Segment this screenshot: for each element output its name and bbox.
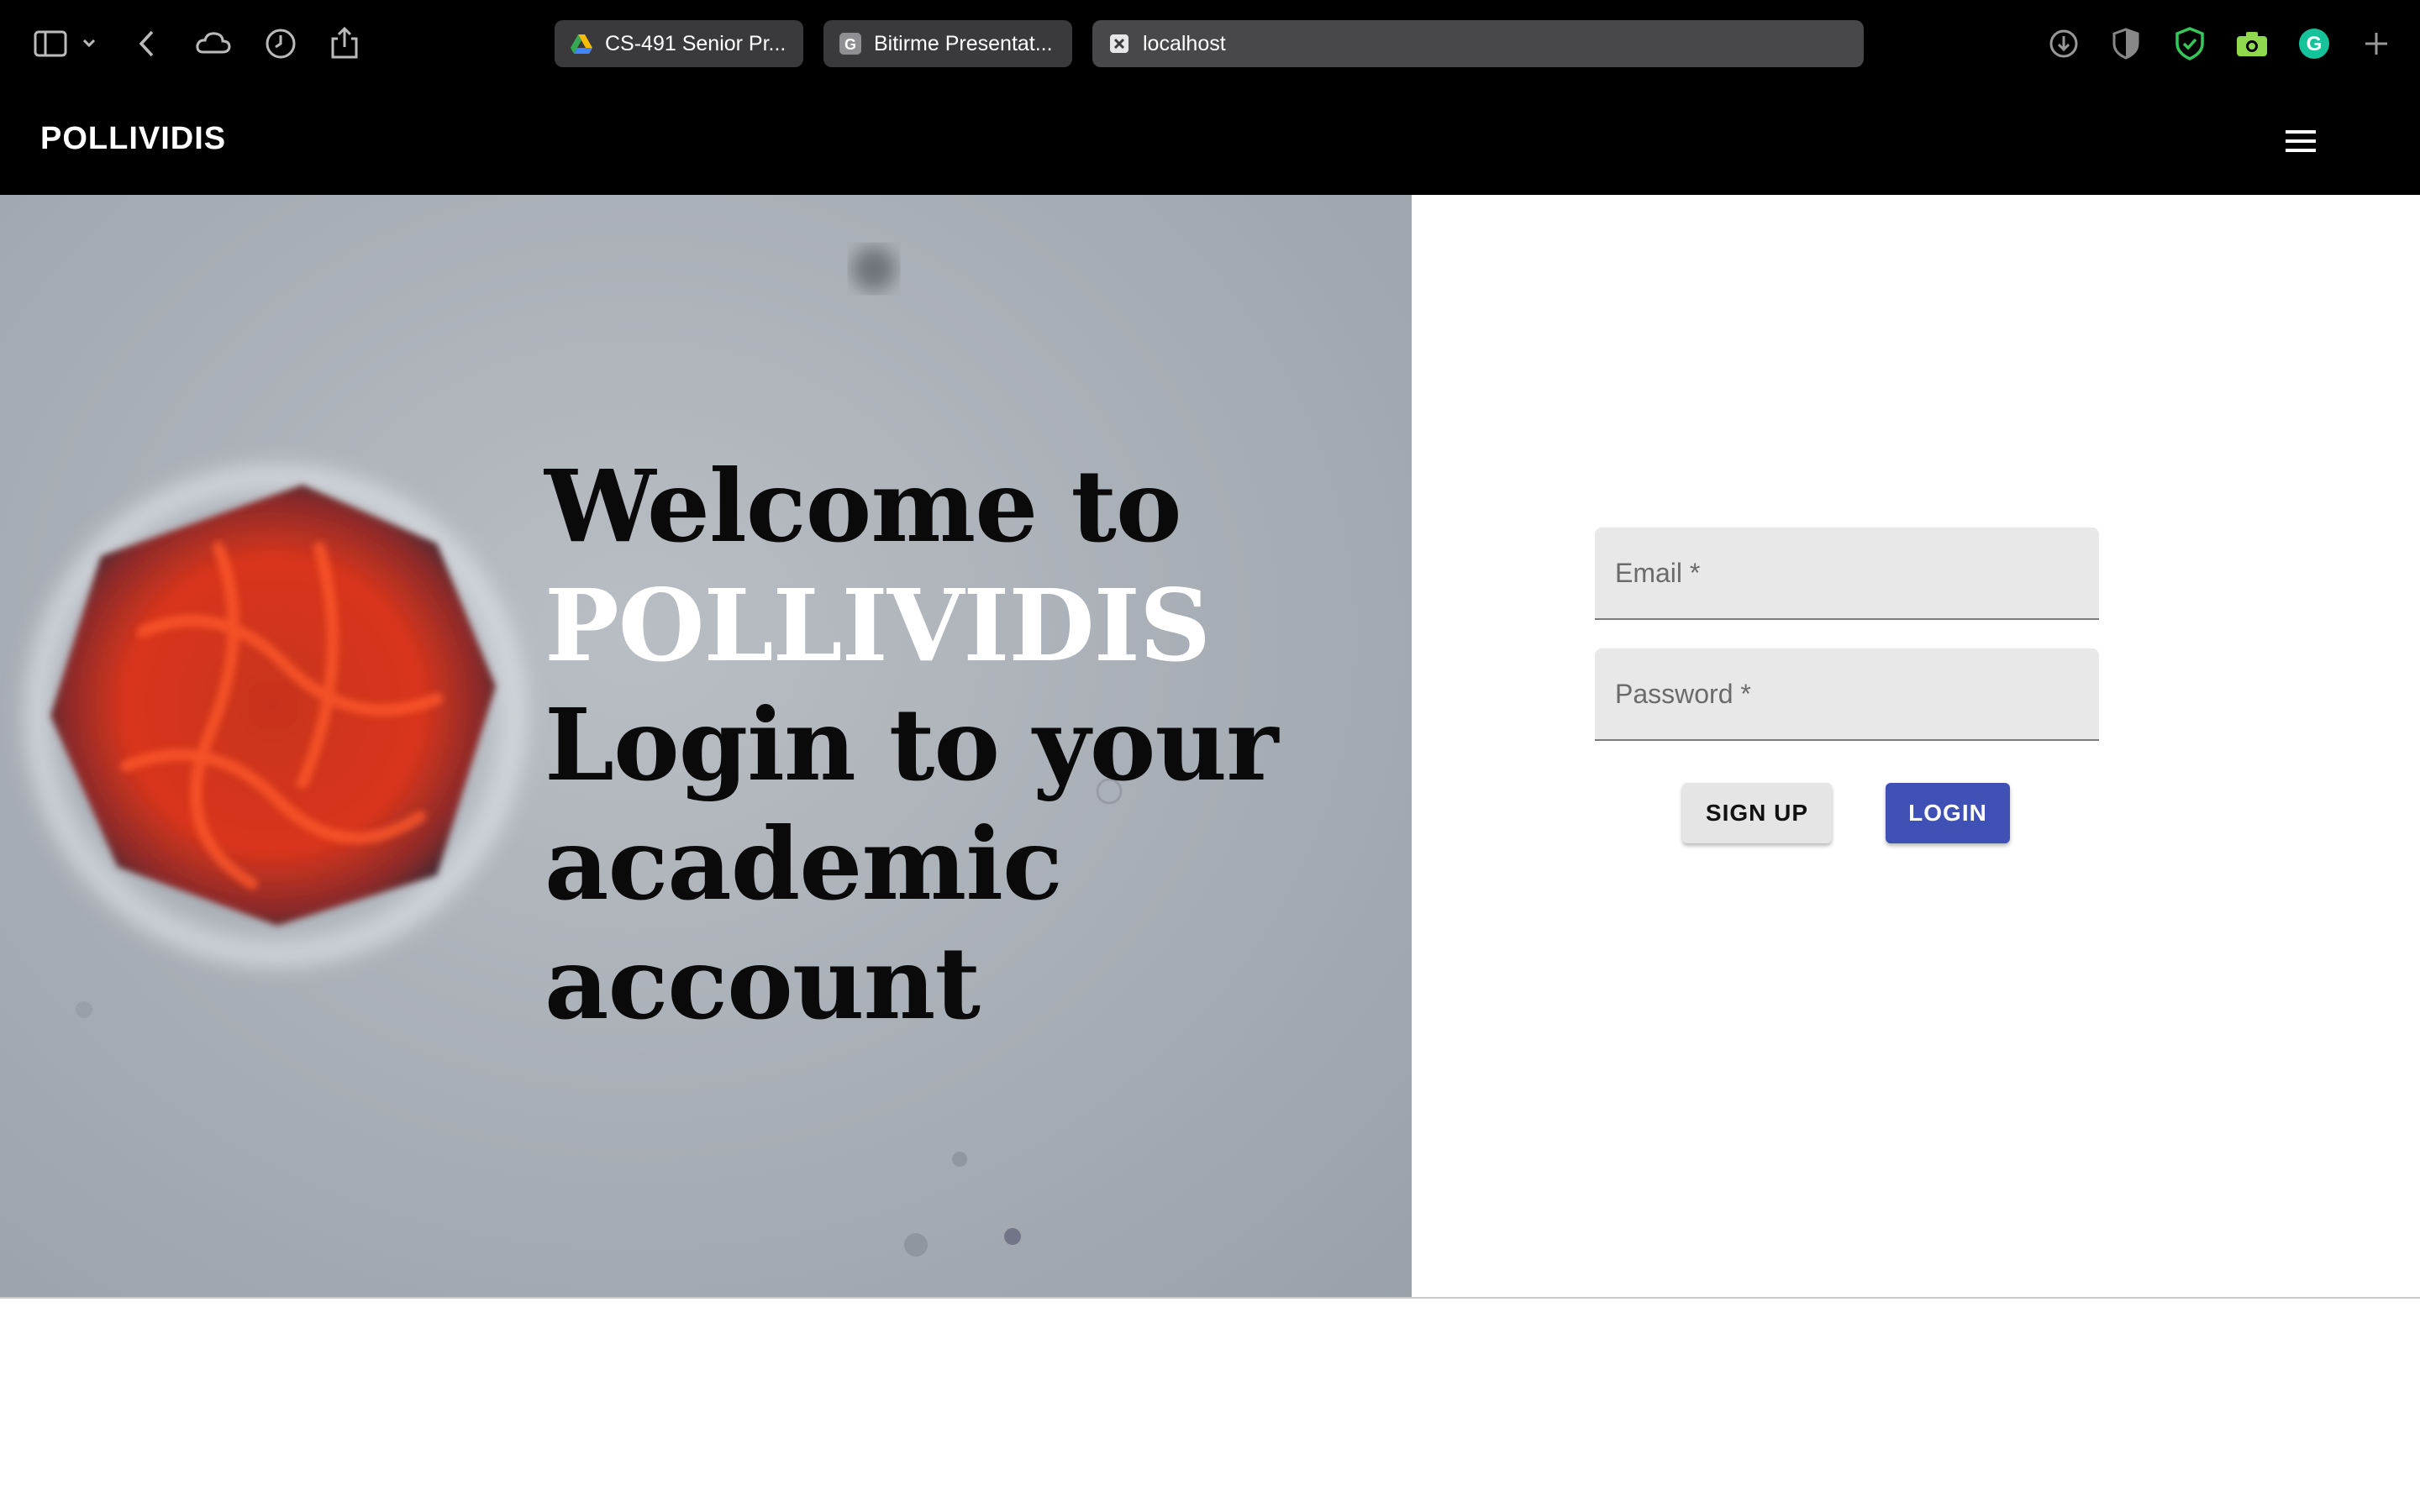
adblock-shield-icon[interactable] [2171,25,2208,62]
chevron-down-icon[interactable] [79,25,99,62]
google-slides-icon: G [839,32,862,55]
tab-label: Bitirme Presentat... [874,32,1053,55]
tab-cs491[interactable]: CS-491 Senior Pr... [555,20,803,67]
hero-line-account: academic account [544,806,1063,1042]
history-icon[interactable] [262,25,299,62]
email-field-container [1595,528,2099,620]
browser-toolbar: CS-491 Senior Pr... G Bitirme Presentat.… [0,0,2420,87]
share-icon[interactable] [326,25,363,62]
login-form: SIGN UP LOGIN [1412,195,2420,1297]
hero-line-login: Login to your [544,686,1278,803]
password-field[interactable] [1595,648,2099,739]
password-field-container [1595,648,2099,741]
email-field[interactable] [1595,528,2099,618]
hero-line-welcome: Welcome to [544,448,1182,564]
hero-section: Welcome to POLLIVIDIS Login to your acad… [0,195,1412,1297]
new-tab-icon[interactable] [2358,25,2395,62]
login-button[interactable]: LOGIN [1886,783,2010,843]
icloud-icon[interactable] [195,25,232,62]
svg-text:G: G [2307,33,2323,55]
hero-heading: Welcome to POLLIVIDIS Login to your acad… [544,447,1402,1043]
download-icon[interactable] [2045,25,2082,62]
brand-logo[interactable]: POLLIVIDIS [40,121,226,157]
hamburger-menu-icon[interactable] [2277,118,2324,165]
tab-bitirme[interactable]: G Bitirme Presentat... [823,20,1072,67]
google-drive-icon [570,32,593,55]
svg-text:G: G [844,36,856,53]
hero-line-brand: POLLIVIDIS [544,567,1211,684]
back-icon[interactable] [129,25,166,62]
app-header: POLLIVIDIS [0,87,2420,195]
divider [0,1297,2420,1299]
grammarly-icon[interactable]: G [2296,25,2333,62]
privacy-shield-icon[interactable] [2107,25,2144,62]
sidebar-icon[interactable] [32,25,69,62]
sign-up-button[interactable]: SIGN UP [1682,783,1832,843]
camera-icon[interactable] [2233,25,2270,62]
close-tab-icon[interactable] [1107,32,1131,55]
tab-localhost[interactable]: localhost [1092,20,1864,67]
tab-label: localhost [1143,32,1226,55]
tab-label: CS-491 Senior Pr... [605,32,786,55]
